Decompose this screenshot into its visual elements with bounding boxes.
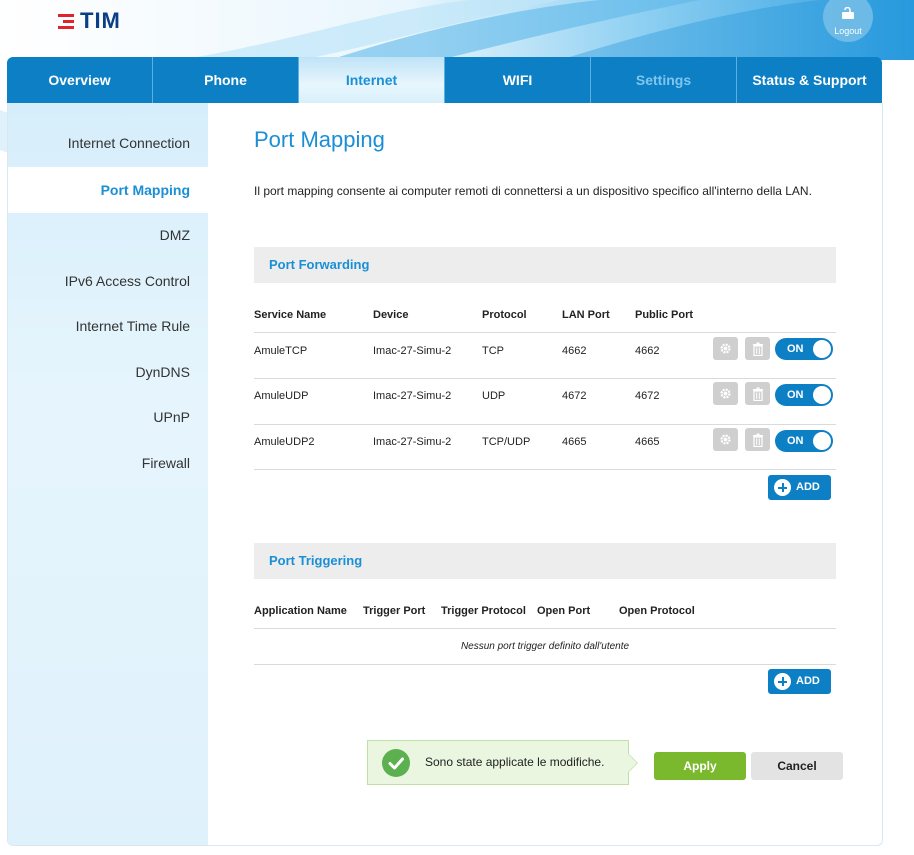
column-header-protocol: Protocol — [482, 309, 527, 321]
cell-protocol: UDP — [482, 390, 506, 402]
column-header-open-port: Open Port — [537, 605, 591, 617]
logout-button[interactable]: Logout — [823, 0, 873, 42]
logout-label: Logout — [834, 26, 862, 36]
column-header-trigger-protocol: Trigger Protocol — [441, 605, 526, 617]
divider — [254, 378, 836, 379]
column-header-device: Device — [373, 309, 409, 321]
cell-public-port: 4665 — [635, 436, 660, 448]
toggle-knob — [813, 386, 831, 404]
cell-device: Imac-27-Simu-2 — [373, 345, 452, 357]
column-header-open-protocol: Open Protocol — [619, 605, 695, 617]
trash-icon — [752, 387, 763, 401]
trash-icon — [752, 342, 763, 356]
content-panel: Internet Connection Port Mapping DMZ IPv… — [7, 103, 883, 846]
tab-settings[interactable]: Settings — [591, 57, 737, 103]
cell-device: Imac-27-Simu-2 — [373, 436, 452, 448]
gear-icon — [720, 434, 731, 445]
add-port-forwarding-button[interactable]: ADD — [768, 475, 831, 500]
tab-internet[interactable]: Internet — [299, 57, 445, 103]
rule-toggle[interactable]: ON — [775, 338, 833, 360]
sidebar-item-firewall[interactable]: Firewall — [8, 455, 190, 471]
success-toast: Sono state applicate le modifiche. — [367, 740, 638, 785]
cell-lan-port: 4672 — [562, 390, 587, 402]
column-header-public-port: Public Port — [635, 309, 694, 321]
sidebar-item-upnp[interactable]: UPnP — [8, 409, 190, 425]
intro-text: Il port mapping consente ai computer rem… — [254, 184, 812, 198]
sidebar-item-ipv6-access-control[interactable]: IPv6 Access Control — [8, 273, 190, 289]
column-header-application-name: Application Name — [254, 605, 347, 617]
apply-button[interactable]: Apply — [654, 752, 746, 780]
toast-message: Sono state applicate le modifiche. — [425, 755, 605, 769]
toggle-label: ON — [787, 389, 804, 401]
add-label: ADD — [796, 675, 820, 687]
port-triggering-heading: Port Triggering — [254, 543, 836, 579]
cell-public-port: 4672 — [635, 390, 660, 402]
tab-phone[interactable]: Phone — [153, 57, 299, 103]
main-nav: Overview Phone Internet WIFI Settings St… — [7, 57, 882, 103]
column-header-service-name: Service Name — [254, 309, 327, 321]
divider — [254, 332, 836, 333]
rule-toggle[interactable]: ON — [775, 430, 833, 452]
sidebar-item-port-mapping[interactable]: Port Mapping — [8, 167, 208, 213]
add-label: ADD — [796, 481, 820, 493]
port-forwarding-heading: Port Forwarding — [254, 247, 836, 283]
column-header-trigger-port: Trigger Port — [363, 605, 426, 617]
gear-icon — [720, 388, 731, 399]
tab-overview[interactable]: Overview — [7, 57, 153, 103]
plus-circle-icon — [774, 479, 791, 496]
divider — [254, 424, 836, 425]
tab-wifi[interactable]: WIFI — [445, 57, 591, 103]
tim-logo-mark — [58, 13, 74, 29]
edit-rule-button[interactable] — [713, 382, 738, 405]
rule-toggle[interactable]: ON — [775, 384, 833, 406]
gear-icon — [720, 343, 731, 354]
sidebar-item-internet-connection[interactable]: Internet Connection — [8, 135, 190, 151]
cancel-button[interactable]: Cancel — [751, 752, 843, 780]
divider — [254, 469, 836, 470]
tab-status-support[interactable]: Status & Support — [737, 57, 882, 103]
cell-lan-port: 4665 — [562, 436, 587, 448]
unlock-icon — [842, 7, 854, 19]
divider — [254, 664, 836, 665]
cell-protocol: TCP/UDP — [482, 436, 531, 448]
cell-public-port: 4662 — [635, 345, 660, 357]
toggle-knob — [813, 432, 831, 450]
sidebar-item-internet-time-rule[interactable]: Internet Time Rule — [8, 318, 190, 334]
plus-circle-icon — [774, 673, 791, 690]
add-port-triggering-button[interactable]: ADD — [768, 669, 831, 694]
cell-protocol: TCP — [482, 345, 504, 357]
delete-rule-button[interactable] — [745, 382, 770, 405]
column-header-lan-port: LAN Port — [562, 309, 610, 321]
page-title: Port Mapping — [254, 127, 385, 152]
edit-rule-button[interactable] — [713, 337, 738, 360]
sidebar-item-dyndns[interactable]: DynDNS — [8, 364, 190, 380]
trash-icon — [752, 433, 763, 447]
divider — [254, 628, 836, 629]
cell-service-name: AmuleUDP2 — [254, 436, 315, 448]
delete-rule-button[interactable] — [745, 428, 770, 451]
toggle-knob — [813, 340, 831, 358]
check-circle-icon — [382, 749, 410, 777]
cell-service-name: AmuleUDP — [254, 390, 309, 402]
toggle-label: ON — [787, 343, 804, 355]
cell-device: Imac-27-Simu-2 — [373, 390, 452, 402]
toggle-label: ON — [787, 435, 804, 447]
sidebar: Internet Connection Port Mapping DMZ IPv… — [8, 103, 208, 845]
cell-service-name: AmuleTCP — [254, 345, 308, 357]
delete-rule-button[interactable] — [745, 337, 770, 360]
edit-rule-button[interactable] — [713, 428, 738, 451]
tim-logo-text: TIM — [80, 8, 121, 33]
cell-lan-port: 4662 — [562, 345, 587, 357]
sidebar-item-dmz[interactable]: DMZ — [8, 227, 190, 243]
tim-logo[interactable]: TIM — [58, 8, 121, 34]
empty-message: Nessun port trigger definito dall'utente — [460, 641, 630, 652]
